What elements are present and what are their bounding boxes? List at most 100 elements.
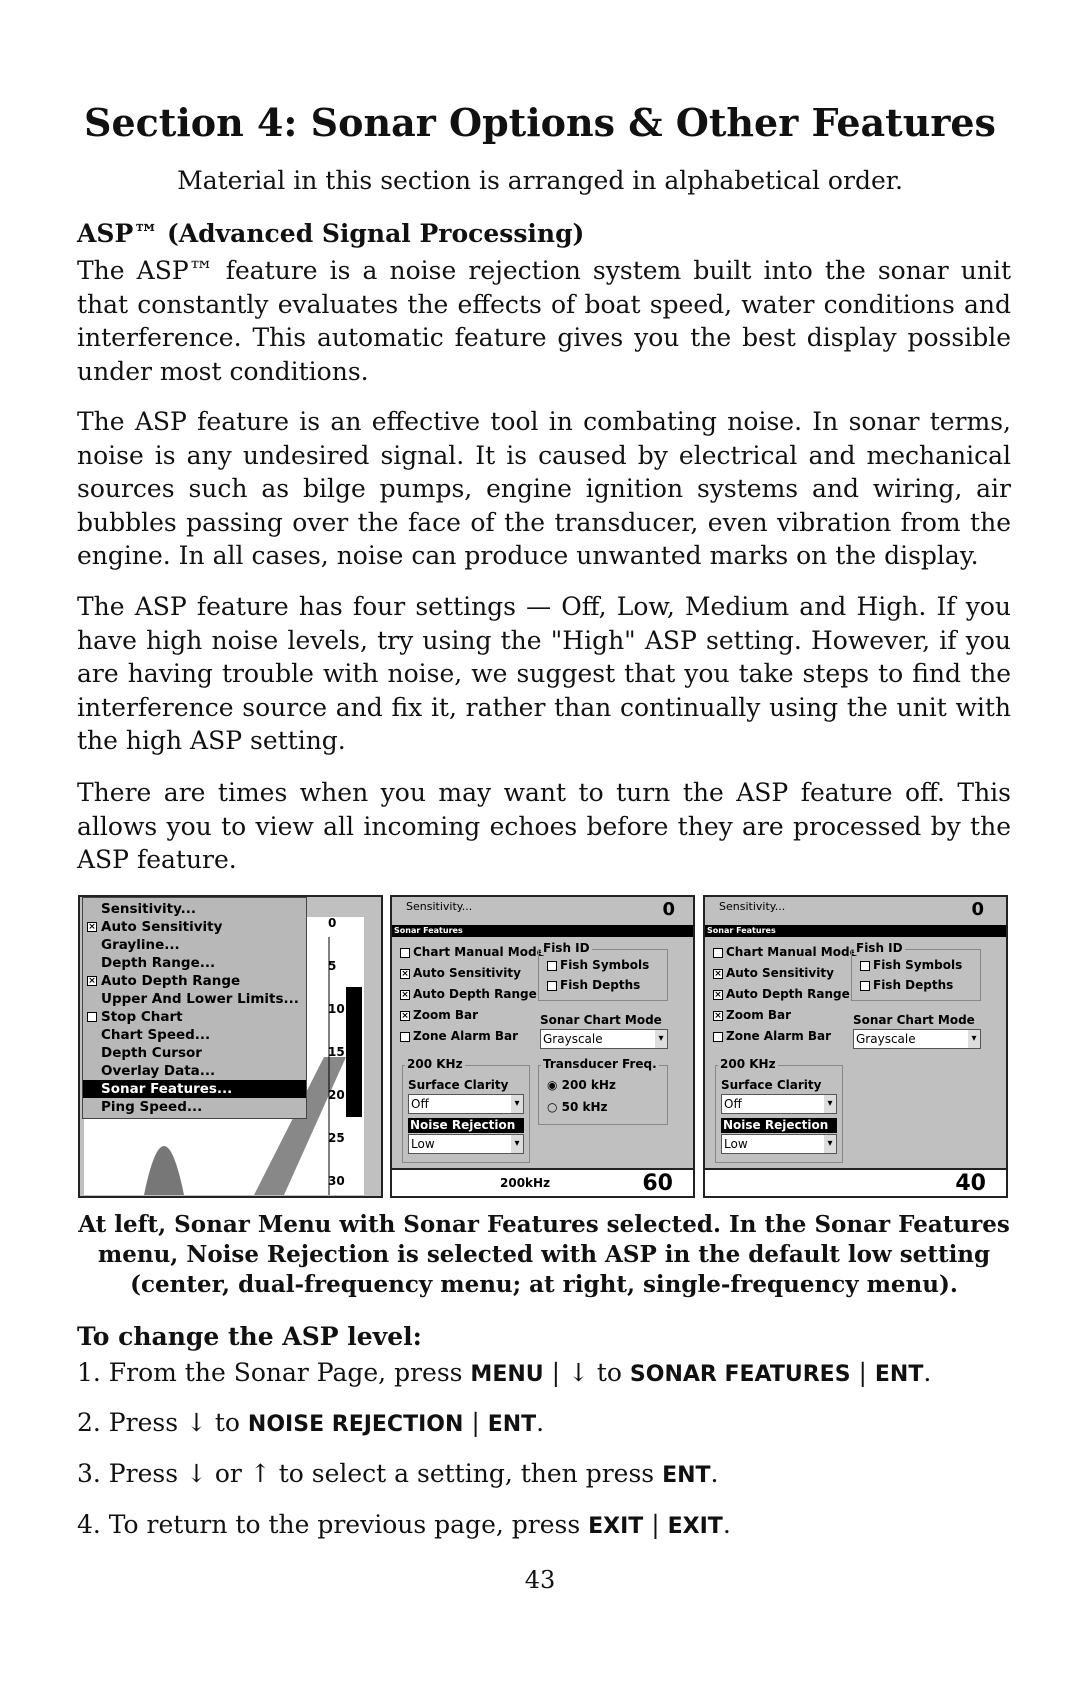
fish-id-group: Fish ID Fish Symbols Fish Depths xyxy=(538,941,668,1001)
noise-rejection-label: Noise Rejection xyxy=(408,1118,524,1133)
paragraph-4: There are times when you may want to tur… xyxy=(77,778,1011,875)
depth-tick-label: 15 xyxy=(328,1045,345,1059)
surface-clarity-dropdown[interactable]: Off xyxy=(721,1094,837,1114)
checkbox-label: Zone Alarm Bar xyxy=(726,1029,832,1043)
menu-item-label: Auto Depth Range xyxy=(101,973,241,989)
depth-readout: 40 xyxy=(955,1171,986,1196)
paragraph-3: The ASP feature has four settings — Off,… xyxy=(77,592,1011,756)
chart-mode-dropdown[interactable]: Grayscale xyxy=(540,1029,668,1049)
surface-clarity-label: Surface Clarity xyxy=(408,1078,509,1092)
feature-checkbox[interactable]: × Auto Sensitivity xyxy=(713,966,834,980)
step-1: 1. From the Sonar Page, press MENU | ↓ t… xyxy=(77,1358,932,1387)
checkbox-label: Zone Alarm Bar xyxy=(413,1029,519,1043)
noise-rejection-dropdown[interactable]: Low xyxy=(721,1134,837,1154)
feature-checkbox[interactable]: × Zoom Bar xyxy=(713,1008,791,1022)
fish-symbols-checkbox[interactable]: Fish Symbols xyxy=(860,958,962,972)
menu-item[interactable]: Depth Range... xyxy=(83,954,306,972)
fish-depths-checkbox[interactable]: Fish Depths xyxy=(860,978,953,992)
depth-tick-label: 0 xyxy=(328,916,337,930)
paragraph-2: The ASP feature is an effective tool in … xyxy=(77,407,1011,571)
menu-item[interactable]: Sensitivity... xyxy=(83,900,306,918)
depth-readout: 60 xyxy=(642,1171,673,1196)
surface-clarity-label: Surface Clarity xyxy=(721,1078,822,1092)
feature-checkbox[interactable]: × Auto Depth Range xyxy=(713,987,850,1001)
checkbox-icon: × xyxy=(400,968,410,979)
feature-checkbox[interactable]: × Zoom Bar xyxy=(400,1008,478,1022)
asp-heading: ASP™ (Advanced Signal Processing) xyxy=(77,219,585,248)
checkbox-icon: × xyxy=(713,989,723,1000)
menu-item[interactable]: Ping Speed... xyxy=(83,1098,306,1116)
sonar-features-dialog: Chart Manual Mode × Auto Sensitivity × Auto … xyxy=(705,937,1006,1170)
transducer-freq-group: Transducer Freq. ◉ 200 kHz ○ 50 kHz xyxy=(538,1057,668,1125)
menu-item-label: Auto Sensitivity xyxy=(101,919,223,935)
checkbox-icon xyxy=(400,947,410,958)
checkbox-label: Zoom Bar xyxy=(726,1008,792,1022)
frequency-group: 200 KHz Surface Clarity Off Noise Reject… xyxy=(402,1057,530,1163)
fish-symbols-checkbox[interactable]: Fish Symbols xyxy=(547,958,649,972)
menu-item-label: Upper And Lower Limits... xyxy=(101,991,299,1007)
checkbox-label: Auto Depth Range xyxy=(413,987,537,1001)
feature-checkbox[interactable]: Zone Alarm Bar xyxy=(400,1029,518,1043)
feature-checkbox[interactable]: × Auto Sensitivity xyxy=(400,966,521,980)
paragraph-1: The ASP™ feature is a noise rejection sy… xyxy=(77,256,1011,386)
menu-item-label: Sensitivity... xyxy=(101,901,197,917)
sonar-features-header: Sonar Features xyxy=(392,925,693,937)
step-4: 4. To return to the previous page, press… xyxy=(77,1510,731,1539)
noise-rejection-dropdown[interactable]: Low xyxy=(408,1134,524,1154)
menu-item[interactable]: Sonar Features... xyxy=(83,1080,306,1098)
menu-behind-label: Sensitivity... xyxy=(406,900,473,913)
menu-item-label: Grayline... xyxy=(101,937,180,953)
menu-item[interactable]: Grayline... xyxy=(83,936,306,954)
checkbox-icon: × xyxy=(713,968,723,979)
feature-checkbox[interactable]: Chart Manual Mode xyxy=(713,945,858,959)
checkbox-label: Auto Sensitivity xyxy=(726,966,834,980)
feature-checkbox[interactable]: Zone Alarm Bar xyxy=(713,1029,831,1043)
checkbox-icon xyxy=(87,1012,97,1022)
checkbox-icon: × xyxy=(87,922,97,932)
surface-clarity-dropdown[interactable]: Off xyxy=(408,1094,524,1114)
page-title: Section 4: Sonar Options & Other Feature… xyxy=(84,100,996,145)
fish-depths-checkbox[interactable]: Fish Depths xyxy=(547,978,640,992)
page-number: 43 xyxy=(524,1566,556,1594)
checkbox-label: Chart Manual Mode xyxy=(413,945,545,959)
checkbox-label: Zoom Bar xyxy=(413,1008,479,1022)
sonar-menu-screenshot: 0 5 10 15 20 25 30 Sensitivity... × Auto Sensiti… xyxy=(78,895,383,1198)
frequency-group: 200 KHz Surface Clarity Off Noise Reject… xyxy=(715,1057,843,1163)
menu-item[interactable]: Stop Chart xyxy=(83,1008,306,1026)
depth-tick-label: 10 xyxy=(328,1002,345,1016)
menu-item-label: Ping Speed... xyxy=(101,1099,203,1115)
menu-item-label: Overlay Data... xyxy=(101,1063,216,1079)
group-label: Transducer Freq. xyxy=(541,1057,659,1071)
menu-item[interactable]: Depth Cursor xyxy=(83,1044,306,1062)
checkbox-icon xyxy=(713,1031,723,1042)
group-label: 200 KHz xyxy=(718,1057,778,1071)
checkbox-label: Chart Manual Mode xyxy=(726,945,858,959)
menu-item[interactable]: Chart Speed... xyxy=(83,1026,306,1044)
depth-tick-label: 25 xyxy=(328,1131,345,1145)
feature-checkbox[interactable]: Chart Manual Mode xyxy=(400,945,545,959)
menu-item[interactable]: Upper And Lower Limits... xyxy=(83,990,306,1008)
chart-mode-dropdown[interactable]: Grayscale xyxy=(853,1029,981,1049)
radio-50khz[interactable]: ○ 50 kHz xyxy=(547,1100,608,1114)
menu-item[interactable]: Overlay Data... xyxy=(83,1062,306,1080)
sonar-features-dual-screenshot: Sensitivity... 0 Sonar Features Chart Man… xyxy=(390,895,695,1198)
group-label: Fish ID xyxy=(854,941,905,955)
checkbox-icon: × xyxy=(87,976,97,986)
sonar-features-single-screenshot: Sensitivity... 0 Sonar Features Chart Man… xyxy=(703,895,1008,1198)
menu-item[interactable]: × Auto Depth Range xyxy=(83,972,306,990)
feature-checkbox[interactable]: × Auto Depth Range xyxy=(400,987,537,1001)
section-intro: Material in this section is arranged in … xyxy=(177,166,903,195)
depth-zero: 0 xyxy=(662,899,675,920)
menu-item[interactable]: × Auto Sensitivity xyxy=(83,918,306,936)
depth-zero: 0 xyxy=(971,899,984,920)
chart-mode-label: Sonar Chart Mode xyxy=(853,1013,975,1027)
menu-item-label: Sonar Features... xyxy=(101,1081,233,1097)
chart-mode-label: Sonar Chart Mode xyxy=(540,1013,662,1027)
depth-tick-label: 30 xyxy=(328,1174,345,1188)
menu-item-label: Stop Chart xyxy=(101,1009,183,1025)
radio-200khz[interactable]: ◉ 200 kHz xyxy=(547,1078,616,1092)
sonar-menu: Sensitivity... × Auto Sensitivity Grayline.… xyxy=(82,897,307,1119)
change-asp-heading: To change the ASP level: xyxy=(77,1322,422,1351)
checkbox-icon xyxy=(713,947,723,958)
checkbox-icon: × xyxy=(400,989,410,1000)
